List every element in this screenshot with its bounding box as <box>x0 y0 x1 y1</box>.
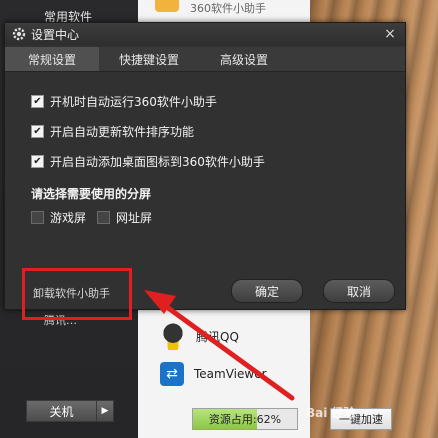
annotation-arrow-icon <box>144 290 295 401</box>
